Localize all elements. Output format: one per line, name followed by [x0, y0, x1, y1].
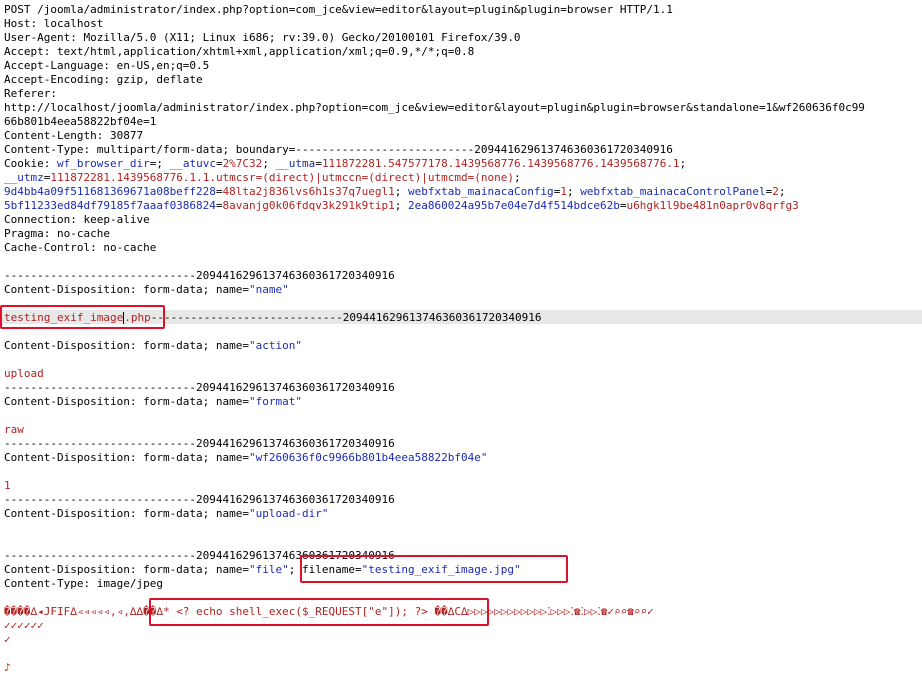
- boundary-line[interactable]: -----------------------------20944162961…: [4, 269, 395, 283]
- cookie-sep: ;: [262, 157, 276, 170]
- header-cookie[interactable]: Cookie: wf_browser_dir=; __atuvc=2%7C32;…: [4, 157, 686, 171]
- cookie-key: webfxtab_mainacaConfig: [407, 185, 554, 198]
- cookie-value: 111872281.547577178.1439568776.143956877…: [321, 157, 680, 170]
- field-name: "name": [249, 283, 289, 296]
- field-name: "action": [249, 339, 303, 352]
- header-connection[interactable]: Connection: keep-alive: [4, 213, 150, 227]
- header-accept[interactable]: Accept: text/html,application/xhtml+xml,…: [4, 45, 474, 59]
- content-disposition-name[interactable]: Content-Disposition: form-data; name="na…: [4, 283, 289, 297]
- highlight-php-payload: [149, 598, 489, 626]
- content-disposition-token[interactable]: Content-Disposition: form-data; name="wf…: [4, 451, 487, 465]
- http-request-viewer: POST /joomla/administrator/index.php?opt…: [0, 0, 922, 674]
- cookie-value: 111872281.1439568776.1.1.utmcsr=(direct)…: [50, 171, 514, 184]
- field-value-action[interactable]: upload: [4, 367, 44, 381]
- cookie-eq: =: [315, 157, 322, 170]
- cd-prefix: Content-Disposition: form-data; name=: [4, 395, 250, 408]
- header-host[interactable]: Host: localhost: [4, 17, 103, 31]
- header-referer-url[interactable]: http://localhost/joomla/administrator/in…: [4, 101, 865, 115]
- cookie-value: 8avanjg0k06fdqv3k291k9tip1: [222, 199, 395, 212]
- cookie-key: 5bf11233ed84df79185f7aaaf0386824: [4, 199, 216, 212]
- header-referer-label[interactable]: Referer:: [4, 87, 57, 101]
- header-accept-language[interactable]: Accept-Language: en-US,en;q=0.5: [4, 59, 209, 73]
- field-name: "upload-dir": [249, 507, 329, 520]
- header-user-agent[interactable]: User-Agent: Mozilla/5.0 (X11; Linux i686…: [4, 31, 521, 45]
- boundary-tail: -----------------------------20944162961…: [150, 311, 542, 324]
- cookie-value: u6hgk1l9be481n0apr0v8qrfg3: [626, 199, 799, 212]
- field-value-format[interactable]: raw: [4, 423, 24, 437]
- field-name: "format": [249, 395, 303, 408]
- cookie-key: 9d4bb4a09f511681369671a08beff228: [4, 185, 216, 198]
- cd-prefix: Content-Disposition: form-data; name=: [4, 563, 250, 576]
- cookie-key: 2ea860024a95b7e04e7d4f514bdce62b: [407, 199, 620, 212]
- request-line[interactable]: POST /joomla/administrator/index.php?opt…: [4, 3, 673, 17]
- field-value-token[interactable]: 1: [4, 479, 11, 493]
- cd-prefix: Content-Disposition: form-data; name=: [4, 451, 250, 464]
- cookie-eq: =: [215, 199, 223, 212]
- file-binary-data-cont[interactable]: ✓: [4, 633, 11, 647]
- header-accept-encoding[interactable]: Accept-Encoding: gzip, deflate: [4, 73, 203, 87]
- field-name: "file": [249, 563, 289, 576]
- cookie-value: 2: [772, 185, 779, 198]
- boundary-line[interactable]: -----------------------------20944162961…: [4, 493, 395, 507]
- header-content-length[interactable]: Content-Length: 30877: [4, 129, 143, 143]
- file-content-type[interactable]: Content-Type: image/jpeg: [4, 577, 163, 591]
- boundary-line[interactable]: -----------------------------20944162961…: [4, 437, 395, 451]
- cookie-value: 2%7C32: [222, 157, 263, 170]
- header-pragma[interactable]: Pragma: no-cache: [4, 227, 110, 241]
- cookie-eq: =: [215, 185, 223, 198]
- cookie-eq: =: [619, 199, 627, 212]
- cd-prefix: Content-Disposition: form-data; name=: [4, 283, 250, 296]
- cookie-sep: ;: [394, 199, 408, 212]
- content-disposition-format[interactable]: Content-Disposition: form-data; name="fo…: [4, 395, 302, 409]
- header-content-type[interactable]: Content-Type: multipart/form-data; bound…: [4, 143, 673, 157]
- cookie-value: 1: [560, 185, 567, 198]
- cookie-sep: ;: [679, 157, 687, 170]
- cookie-label: Cookie:: [4, 157, 57, 170]
- cookie-sep: ;: [513, 171, 521, 184]
- file-binary-data-cont[interactable]: ✓✓✓✓✓✓: [4, 619, 44, 633]
- cookie-sep: ;: [566, 185, 581, 198]
- content-disposition-upload-dir[interactable]: Content-Disposition: form-data; name="up…: [4, 507, 329, 521]
- highlight-upload-filename: [300, 555, 568, 583]
- content-disposition-action[interactable]: Content-Disposition: form-data; name="ac…: [4, 339, 302, 353]
- cookie-key: __atuvc: [169, 157, 216, 170]
- cd-prefix: Content-Disposition: form-data; name=: [4, 507, 250, 520]
- cookie-value: 48lta2j836lvs6h1s37q7uegl1: [222, 185, 395, 198]
- cookie-eq: =: [215, 157, 223, 170]
- cookie-sep: =;: [149, 157, 170, 170]
- cookie-key: webfxtab_mainacaControlPanel: [580, 185, 766, 198]
- header-cookie-cont[interactable]: 9d4bb4a09f511681369671a08beff228=48lta2j…: [4, 185, 786, 199]
- cd-prefix: Content-Disposition: form-data; name=: [4, 339, 250, 352]
- cookie-sep: ;: [778, 185, 786, 198]
- cookie-key: __utma: [275, 157, 316, 170]
- header-referer-url-cont[interactable]: 66b801b4eea58822bf04e=1: [4, 115, 156, 129]
- header-cookie-cont[interactable]: 5bf11233ed84df79185f7aaaf0386824=8avanjg…: [4, 199, 799, 213]
- header-cookie-cont[interactable]: __utmz=111872281.1439568776.1.1.utmcsr=(…: [4, 171, 521, 185]
- cookie-key: wf_browser_dir: [56, 157, 150, 170]
- cookie-key: __utmz: [4, 171, 44, 184]
- header-cache-control[interactable]: Cache-Control: no-cache: [4, 241, 156, 255]
- field-name: "wf260636f0c9966b801b4eea58822bf04e": [249, 451, 488, 464]
- boundary-line[interactable]: -----------------------------20944162961…: [4, 381, 395, 395]
- highlight-filename-php: [0, 305, 165, 329]
- cookie-sep: ;: [394, 185, 408, 198]
